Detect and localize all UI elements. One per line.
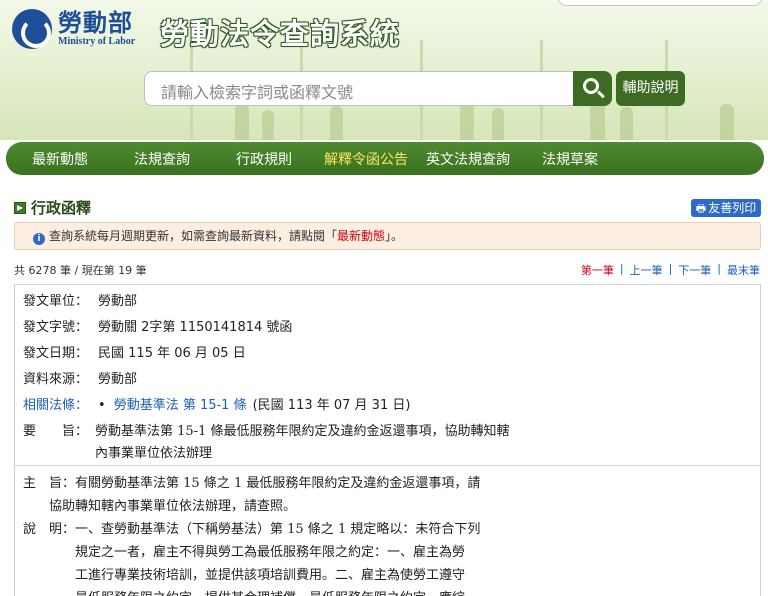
print-button[interactable]: 🖶 友善列印 (691, 199, 761, 217)
doc-number-row: 發文字號： 勞動關 2字第 1150141814 號函 (23, 320, 293, 335)
content-divider (15, 465, 760, 466)
nav-item-english-regulations[interactable]: 英文法規查詢 (417, 149, 519, 169)
background-figure (460, 102, 474, 140)
printer-icon: 🖶 (695, 202, 707, 215)
help-button[interactable]: 輔助說明 (616, 71, 685, 106)
nav-item-administrative-rules[interactable]: 行政規則 (213, 149, 315, 169)
nav-item-latest[interactable]: 最新動態 (9, 149, 111, 169)
body-line: 規定之一者，雇主不得與勞工為最低服務年限之約定：一、雇主為勞 (23, 545, 466, 560)
issue-date-row: 發文日期： 民國 115 年 06 月 05 日 (23, 346, 246, 361)
nav-item-interpretations[interactable]: 解釋令函公告 (315, 149, 417, 169)
section-heading: 行政函釋 (14, 197, 91, 218)
site-header: 勞動部 Ministry of Labor 勞動法令查詢系統 請輸入檢索字詞或函… (0, 0, 768, 140)
record-content: 發文單位： 勞動部 發文字號： 勞動關 2字第 1150141814 號函 發文日期… (14, 284, 761, 596)
record-pager: 第一筆 | 上一筆 | 下一筆 | 最末筆 (580, 262, 760, 278)
logo-english-name: Ministry of Labor (58, 36, 136, 47)
main-nav: 最新動態 法規查詢 行政規則 解釋令函公告 英文法規查詢 法規草案 (6, 142, 764, 175)
related-law-row: 相關法條： • 勞動基準法 第 15-1 條 (民國 113 年 07 月 31 日) (23, 398, 411, 413)
source-row: 資料來源： 勞動部 (23, 372, 138, 387)
top-links-bar[interactable] (557, 0, 763, 6)
record-counter: 共 6278 筆 / 現在第 19 筆 (14, 264, 147, 277)
summary-row: 要 旨： 勞動基準法第 15-1 條最低服務年限約定及違約金返還事項，協助轉知轄… (23, 424, 510, 461)
background-figure (235, 104, 249, 140)
info-icon: i (33, 233, 45, 245)
background-figure (590, 100, 605, 140)
nav-item-regulation-search[interactable]: 法規查詢 (111, 149, 213, 169)
ministry-emblem-icon (12, 9, 52, 49)
body-line: 最低服務年限之約定，提供其合理補償。最低服務年限之約定，應綜 (23, 587, 465, 596)
ministry-logo[interactable]: 勞動部 Ministry of Labor (12, 9, 135, 49)
pager-last-link[interactable]: 最末筆 (727, 262, 760, 278)
background-figure (720, 104, 734, 140)
pager-first-link[interactable]: 第一筆 (581, 262, 614, 278)
body-line: 說 明：一、查勞動基準法（下稱勞基法）第 15 條之 1 規定略以：未符合下列 (23, 522, 481, 537)
background-figure (330, 106, 343, 140)
nav-item-draft-regulations[interactable]: 法規草案 (519, 149, 621, 169)
related-law-link[interactable]: 勞動基準法 第 15-1 條 (114, 398, 247, 413)
background-figure (492, 108, 504, 140)
body-line: 工進行專業技術培訓，並提供該項培訓費用。二、雇主為使勞工遵守 (23, 568, 466, 583)
body-line: 協助轉知轄內事業單位依法辦理，請查照。 (23, 499, 297, 514)
update-notice: i 查詢系統每月週期更新，如需查詢最新資料，請點閱「最新動態」。 (14, 222, 761, 250)
background-figure (620, 107, 633, 140)
section-title: 行政函釋 (31, 199, 92, 217)
search-input[interactable]: 請輸入檢索字詞或函釋文號 (144, 71, 574, 106)
pager-next-link[interactable]: 下一筆 (678, 262, 711, 278)
arrow-right-icon (14, 201, 26, 214)
latest-news-link[interactable]: 最新動態 (337, 229, 385, 243)
logo-chinese-name: 勞動部 (58, 9, 133, 37)
system-title: 勞動法令查詢系統 (160, 17, 401, 51)
issuer-row: 發文單位： 勞動部 (23, 294, 138, 309)
search-button[interactable] (573, 71, 612, 106)
body-line: 主 旨：有關勞動基準法第 15 條之 1 最低服務年限約定及違約金返還事項，請 (23, 476, 481, 491)
background-figure (262, 110, 274, 140)
pager-prev-link[interactable]: 上一筆 (630, 262, 663, 278)
